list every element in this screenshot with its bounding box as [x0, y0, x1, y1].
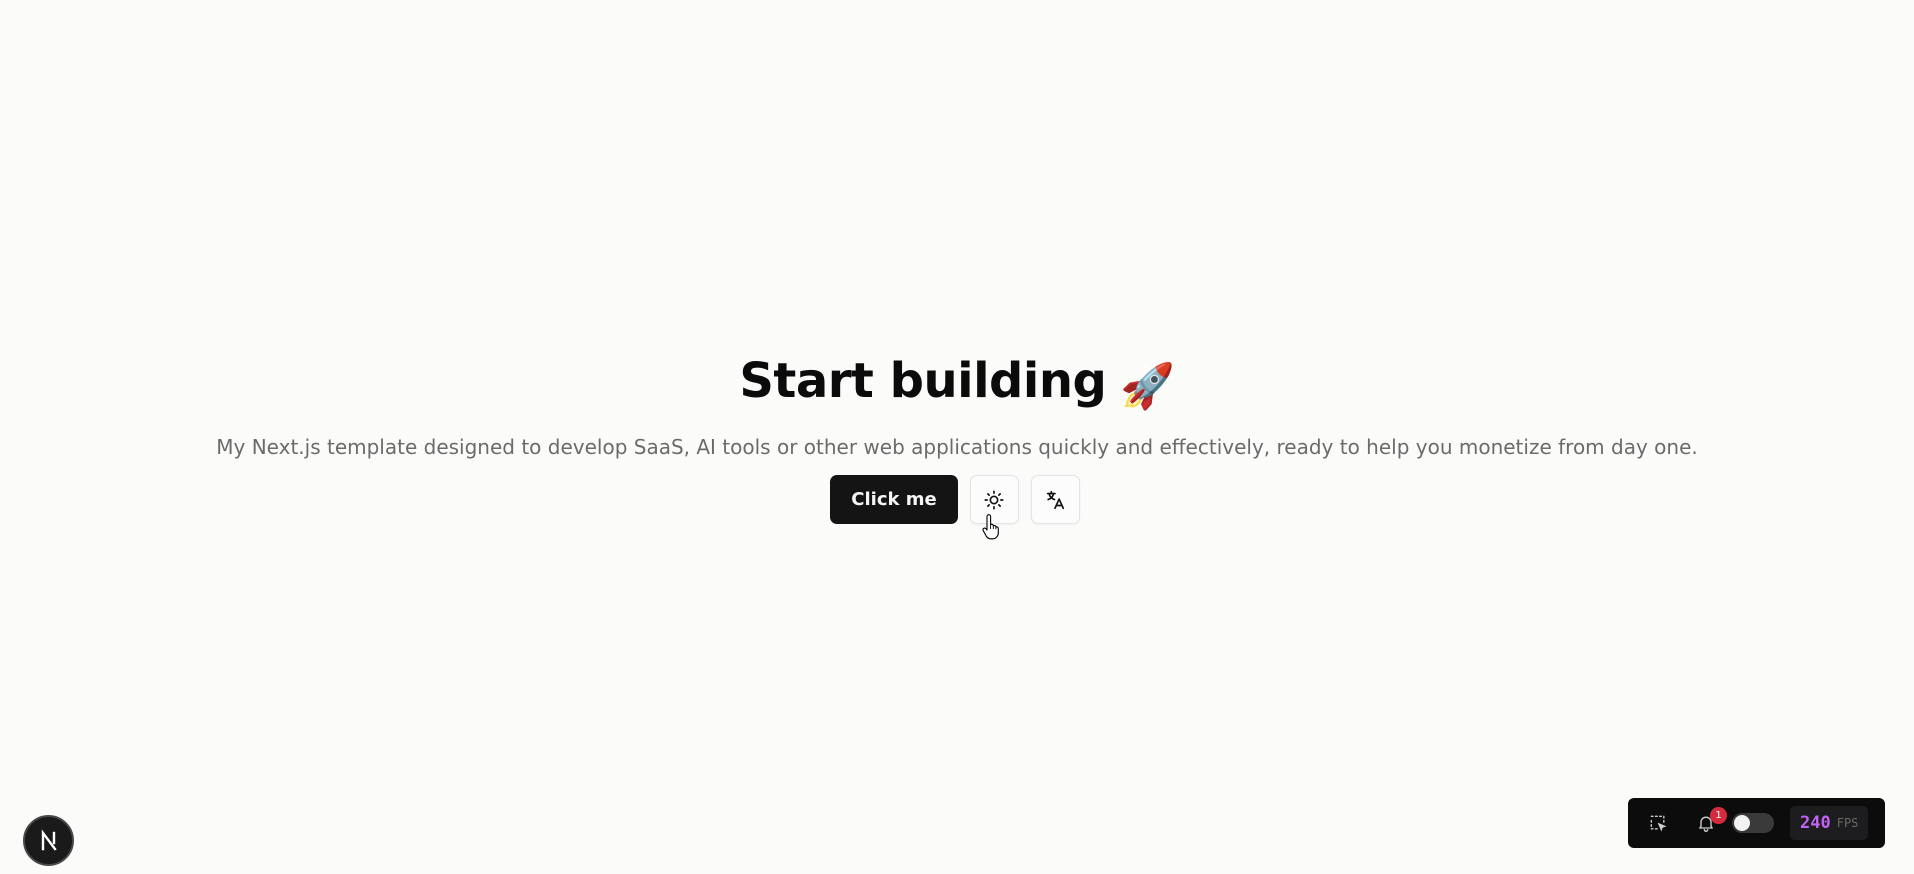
hero-subtitle: My Next.js template designed to develop …: [216, 435, 1698, 459]
fps-meter: 240 FPS: [1790, 806, 1869, 840]
notifications-button[interactable]: 1: [1690, 807, 1727, 839]
sun-icon: [983, 489, 1005, 511]
inspect-select-icon: [1650, 815, 1667, 832]
click-me-button[interactable]: Click me: [830, 475, 958, 524]
toggle-knob: [1734, 815, 1750, 831]
hero-title-text: Start building: [739, 353, 1107, 409]
rocket-emoji: 🚀: [1120, 361, 1175, 412]
hero-title: Start building 🚀: [0, 348, 1914, 420]
action-row: Click me: [0, 475, 1914, 524]
nextjs-devtools-badge[interactable]: [23, 815, 74, 866]
hand-pointer-cursor-icon: [982, 514, 1000, 540]
inspect-select-button[interactable]: [1642, 807, 1674, 839]
fps-label: FPS: [1836, 816, 1859, 830]
fps-value: 240: [1800, 813, 1831, 833]
translate-icon: [1044, 489, 1066, 511]
hero-section: Start building 🚀 My Next.js template desi…: [0, 348, 1914, 460]
notifications-count-badge: 1: [1710, 807, 1727, 824]
language-button[interactable]: [1030, 475, 1080, 524]
outline-toggle-switch[interactable]: [1732, 813, 1774, 833]
page: Start building 🚀 My Next.js template desi…: [0, 0, 1914, 874]
devtools-toolbar: 1 240 FPS: [1628, 798, 1885, 848]
nextjs-logo-icon: [41, 828, 57, 851]
